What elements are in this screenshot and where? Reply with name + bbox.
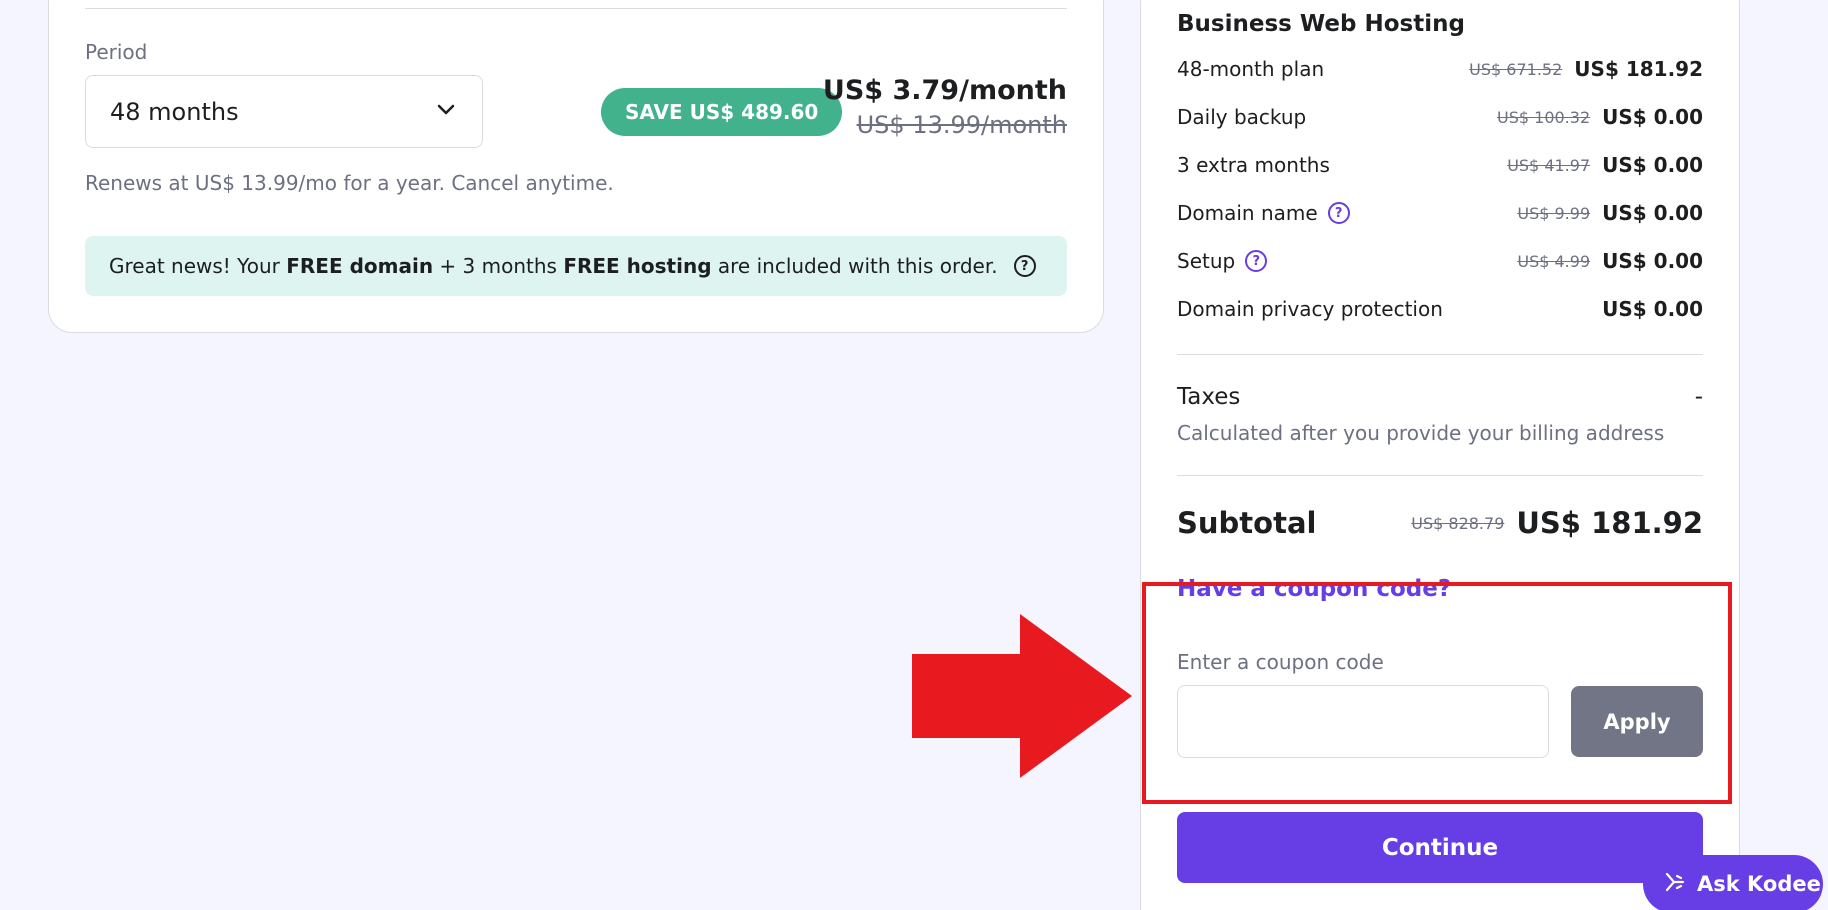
- ask-kodee-label: Ask Kodee: [1697, 872, 1821, 896]
- sparkle-icon: [1663, 870, 1687, 899]
- save-badge: SAVE US$ 489.60: [601, 88, 843, 136]
- subtotal-row: Subtotal US$ 828.79 US$ 181.92: [1177, 506, 1703, 540]
- line-item-price: US$ 0.00: [1602, 201, 1703, 225]
- line-item: Daily backup US$ 100.32 US$ 0.00: [1177, 93, 1703, 141]
- line-item-price: US$ 0.00: [1602, 249, 1703, 273]
- line-item-label: Domain name: [1177, 201, 1318, 225]
- line-item-original-price: US$ 671.52: [1469, 59, 1563, 79]
- line-item-price: US$ 0.00: [1602, 105, 1703, 129]
- taxes-label: Taxes: [1177, 384, 1241, 410]
- line-item-original-price: US$ 41.97: [1507, 155, 1591, 175]
- period-select[interactable]: 48 months: [85, 75, 483, 148]
- renewal-note: Renews at US$ 13.99/mo for a year. Cance…: [85, 171, 614, 195]
- monthly-price: US$ 3.79/month: [822, 75, 1067, 106]
- line-item-label: 3 extra months: [1177, 153, 1330, 177]
- period-card: Period 48 months SAVE US$ 489.60 US$ 3.7…: [48, 0, 1104, 333]
- help-icon[interactable]: ?: [1245, 250, 1268, 272]
- red-arrow-icon: [912, 614, 1132, 778]
- line-item: Setup? US$ 4.99 US$ 0.00: [1177, 237, 1703, 285]
- line-item-label: Setup: [1177, 249, 1236, 273]
- promo-text: Great news! Your FREE domain + 3 months …: [109, 254, 998, 278]
- ask-kodee-button[interactable]: Ask Kodee: [1643, 855, 1823, 910]
- promo-banner: Great news! Your FREE domain + 3 months …: [85, 236, 1067, 296]
- taxes-row: Taxes -: [1177, 384, 1703, 410]
- continue-button[interactable]: Continue: [1177, 812, 1703, 883]
- subtotal-label: Subtotal: [1177, 506, 1317, 540]
- divider: [1177, 475, 1703, 476]
- line-item: Domain name? US$ 9.99 US$ 0.00: [1177, 189, 1703, 237]
- line-item: 48-month plan US$ 671.52 US$ 181.92: [1177, 45, 1703, 93]
- subtotal-price: US$ 181.92: [1516, 506, 1703, 540]
- line-items: 48-month plan US$ 671.52 US$ 181.92 Daily…: [1177, 45, 1703, 333]
- subtotal-original-price: US$ 828.79: [1411, 513, 1505, 533]
- line-item-price: US$ 0.00: [1602, 153, 1703, 177]
- divider: [1177, 354, 1703, 355]
- monthly-price-original: US$ 13.99/month: [856, 111, 1067, 139]
- line-item: Domain privacy protection US$ 0.00: [1177, 285, 1703, 333]
- line-item-label: Daily backup: [1177, 105, 1307, 129]
- taxes-note: Calculated after you provide your billin…: [1177, 421, 1665, 445]
- period-select-value: 48 months: [110, 97, 239, 126]
- line-item: 3 extra months US$ 41.97 US$ 0.00: [1177, 141, 1703, 189]
- taxes-value: -: [1694, 384, 1703, 410]
- divider: [85, 8, 1067, 9]
- line-item-original-price: US$ 9.99: [1517, 203, 1591, 223]
- line-item-price: US$ 181.92: [1574, 57, 1703, 81]
- highlight-box: [1142, 582, 1732, 804]
- help-icon[interactable]: ?: [1013, 255, 1036, 277]
- line-item-original-price: US$ 4.99: [1517, 251, 1591, 271]
- plan-title: Business Web Hosting: [1177, 11, 1465, 37]
- chevron-down-icon: [434, 97, 458, 127]
- line-item-price: US$ 0.00: [1602, 297, 1703, 321]
- line-item-label: Domain privacy protection: [1177, 297, 1443, 321]
- help-icon[interactable]: ?: [1327, 202, 1350, 224]
- period-label: Period: [85, 40, 148, 64]
- line-item-label: 48-month plan: [1177, 57, 1325, 81]
- line-item-original-price: US$ 100.32: [1497, 107, 1591, 127]
